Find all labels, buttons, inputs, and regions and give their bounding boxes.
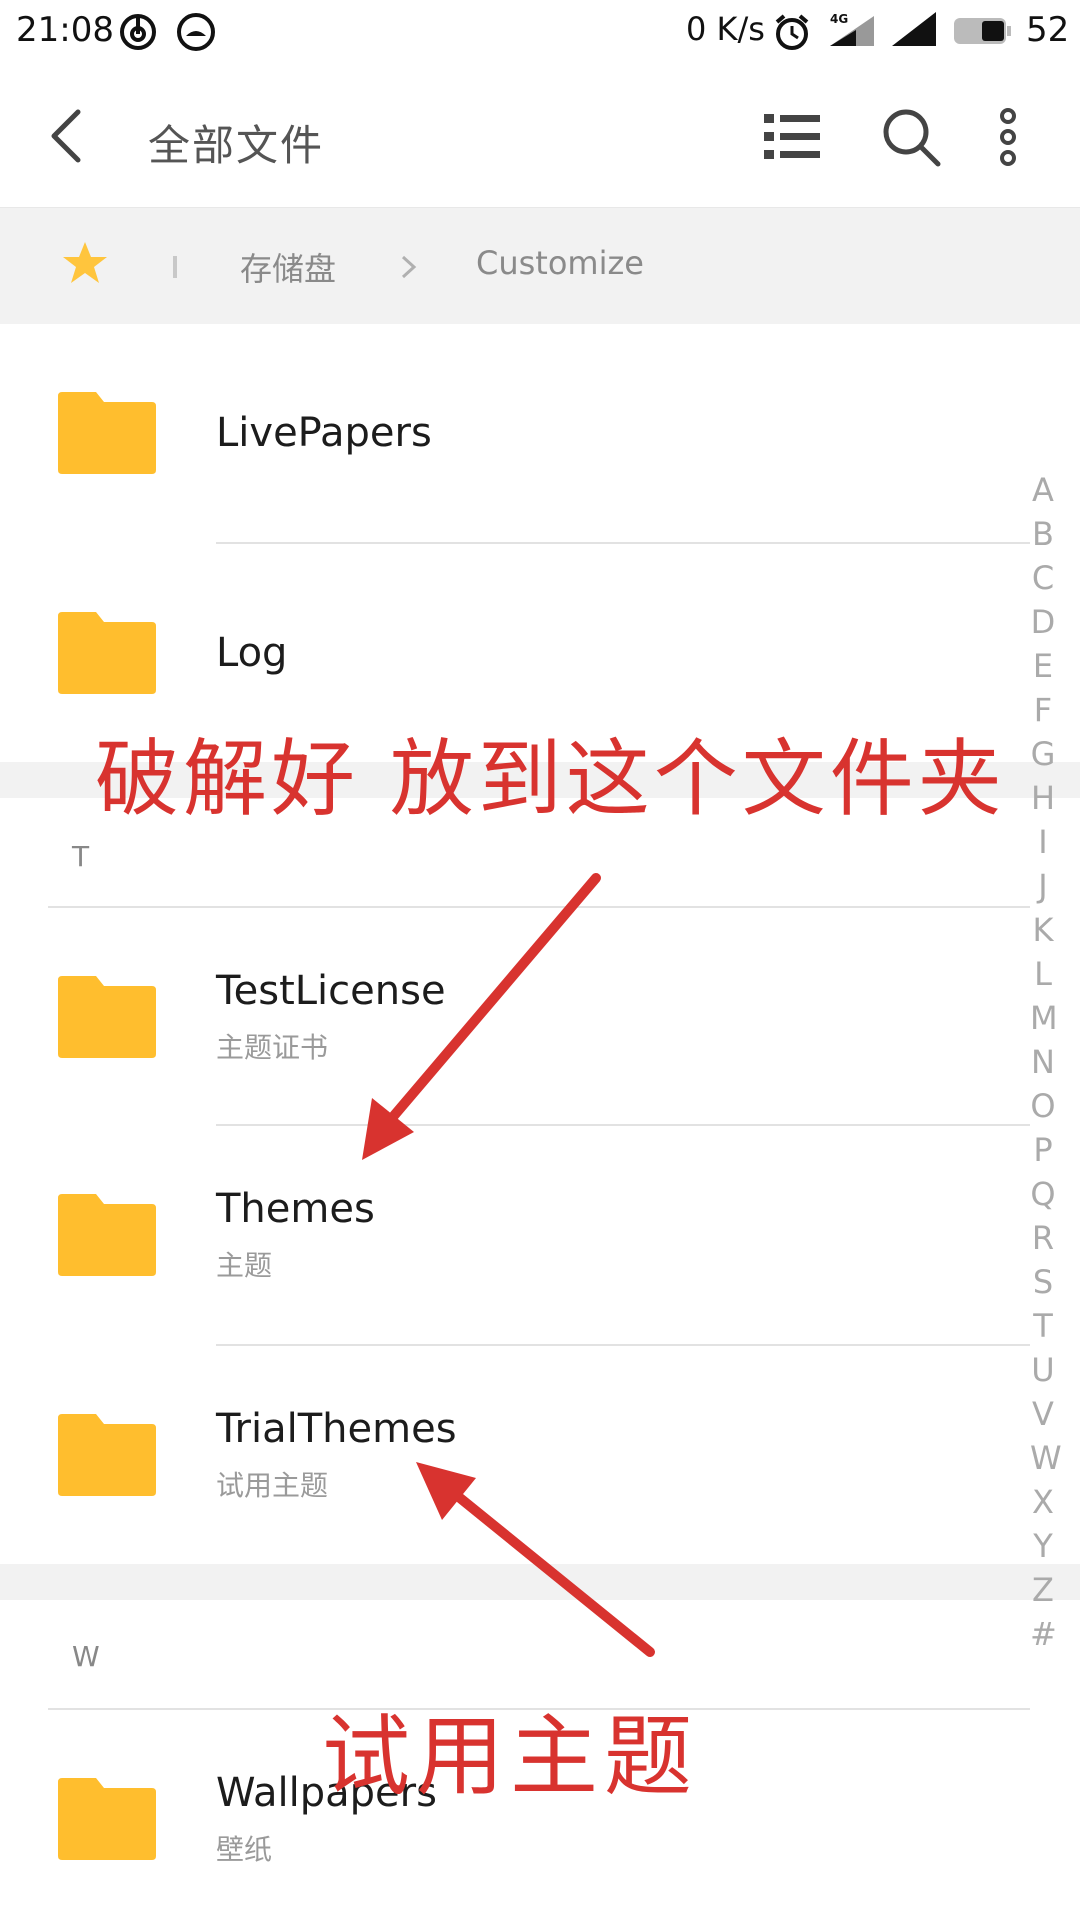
alphabet-index-letter[interactable]: M <box>1030 996 1058 1040</box>
annotation-bottom: 试用主题 <box>322 1705 699 1808</box>
star-icon[interactable] <box>62 240 108 286</box>
section-gap <box>0 1564 1080 1600</box>
folder-icon <box>58 1414 156 1496</box>
alphabet-index-letter[interactable]: I <box>1030 820 1056 864</box>
alphabet-index-letter[interactable]: Z <box>1030 1568 1056 1612</box>
status-time: 21:08 <box>16 10 114 50</box>
folder-icon <box>58 612 156 694</box>
folder-subtitle: 壁纸 <box>216 1833 273 1866</box>
folder-icon <box>58 976 156 1058</box>
breadcrumb: 存储盘 Customize <box>0 208 1080 324</box>
section-header-t: T <box>72 840 90 873</box>
folder-icon <box>58 1194 156 1276</box>
alphabet-index-letter[interactable]: K <box>1030 908 1056 952</box>
more-icon[interactable] <box>978 102 1038 172</box>
alphabet-index-letter[interactable]: Y <box>1030 1524 1056 1568</box>
alphabet-index-letter[interactable]: T <box>1030 1304 1056 1348</box>
alphabet-index-letter[interactable]: V <box>1030 1392 1056 1436</box>
folder-icon <box>58 1778 156 1860</box>
alphabet-index-letter[interactable]: L <box>1030 952 1056 996</box>
folder-name: TestLicense <box>216 968 446 1014</box>
breadcrumb-item-customize[interactable]: Customize <box>476 244 644 282</box>
list-view-icon[interactable] <box>756 102 826 172</box>
net-speed: 0 K/s <box>686 10 765 48</box>
annotation-main: 破解好 放到这个文件夹 <box>95 730 1006 828</box>
folder-name: Log <box>216 630 288 676</box>
list-item[interactable]: LivePapers <box>0 324 1030 542</box>
back-icon[interactable] <box>40 106 100 166</box>
alarm-icon <box>775 14 809 50</box>
list-item[interactable]: Themes 主题 <box>0 1126 1030 1344</box>
status-bar: 21:08 0 K/s 4G 52 <box>0 0 1080 66</box>
folder-subtitle: 主题证书 <box>216 1031 329 1064</box>
alphabet-index-letter[interactable]: F <box>1030 688 1056 732</box>
alphabet-index-letter[interactable]: X <box>1030 1480 1056 1524</box>
alphabet-index-letter[interactable]: J <box>1030 864 1056 908</box>
signal-icon <box>892 12 936 46</box>
list-item[interactable]: TrialThemes 试用主题 <box>0 1346 1030 1564</box>
alphabet-index-letter[interactable]: C <box>1030 556 1056 600</box>
alphabet-index-letter[interactable]: S <box>1030 1260 1056 1304</box>
section-header-w: W <box>72 1640 100 1673</box>
chevron-right-icon <box>401 255 417 279</box>
alphabet-index-letter[interactable]: O <box>1030 1084 1056 1128</box>
alphabet-index-letter[interactable]: P <box>1030 1128 1056 1172</box>
alphabet-index-letter[interactable]: U <box>1030 1348 1056 1392</box>
alphabet-index-letter[interactable]: R <box>1030 1216 1056 1260</box>
alphabet-index-letter[interactable]: H <box>1030 776 1056 820</box>
alphabet-index-letter[interactable]: E <box>1030 644 1056 688</box>
toolbar: 全部文件 <box>0 66 1080 208</box>
page-title: 全部文件 <box>148 121 325 170</box>
folder-name: Themes <box>216 1186 375 1232</box>
alphabet-index-letter[interactable]: A <box>1030 468 1056 512</box>
folder-subtitle: 主题 <box>216 1249 273 1282</box>
breadcrumb-separator <box>173 256 177 278</box>
alphabet-index-letter[interactable]: W <box>1030 1436 1062 1480</box>
app-icon <box>177 13 215 51</box>
search-icon[interactable] <box>876 102 946 172</box>
list-item[interactable]: TestLicense 主题证书 <box>0 908 1030 1126</box>
alphabet-index-letter[interactable]: # <box>1030 1612 1057 1656</box>
folder-name: TrialThemes <box>216 1406 457 1452</box>
alphabet-index-letter[interactable]: N <box>1030 1040 1056 1084</box>
folder-name: LivePapers <box>216 410 432 456</box>
alphabet-index[interactable]: A B C D E F G H I J K L M N O P Q R S T U V W X Y Z # <box>1030 468 1062 1656</box>
alphabet-index-letter[interactable]: G <box>1030 732 1056 776</box>
alphabet-index-letter[interactable]: Q <box>1030 1172 1056 1216</box>
breadcrumb-item-storage[interactable]: 存储盘 <box>240 244 336 290</box>
netease-music-icon <box>120 14 156 50</box>
alphabet-index-letter[interactable]: B <box>1030 512 1056 556</box>
battery-icon <box>954 18 1011 44</box>
folder-subtitle: 试用主题 <box>216 1469 329 1502</box>
signal-4g-icon <box>830 16 874 46</box>
battery-level: 52 <box>1026 10 1070 50</box>
alphabet-index-letter[interactable]: D <box>1030 600 1056 644</box>
folder-icon <box>58 392 156 474</box>
